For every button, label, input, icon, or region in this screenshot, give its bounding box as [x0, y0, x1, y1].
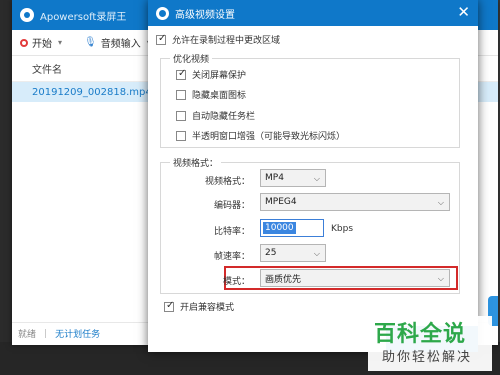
- start-record-button[interactable]: 开始 ▾: [20, 35, 62, 50]
- audio-input-button[interactable]: 🎙 音频输入 ▾: [84, 35, 151, 50]
- file-name: 20191209_002818.mp4: [32, 86, 152, 98]
- chevron-down-icon: ⌵: [313, 249, 320, 258]
- optimize-video-group-label: 优化视频: [170, 52, 213, 65]
- compat-mode-checkbox[interactable]: [164, 300, 174, 312]
- allow-change-region-option[interactable]: 允许在录制过程中更改区域: [156, 33, 280, 46]
- auto-hide-taskbar-checkbox[interactable]: [176, 110, 186, 121]
- compat-mode-label: 开启兼容模式: [180, 303, 235, 313]
- video-format-label: 视频格式：: [204, 177, 250, 187]
- translucent-window-label: 半透明窗口增强（可能导致光标闪烁）: [192, 132, 346, 142]
- hide-desktop-icons-checkbox[interactable]: [176, 89, 186, 100]
- status-text: 就绪: [18, 330, 37, 340]
- dialog-logo-icon: [156, 6, 169, 20]
- hide-desktop-icons-option[interactable]: 隐藏桌面图标: [176, 88, 246, 101]
- advanced-video-settings-dialog: 高级视频设置 ✕ 允许在录制过程中更改区域 优化视频 关闭屏幕保护 隐藏桌面图标…: [148, 0, 478, 352]
- chevron-down-icon: ⌵: [437, 274, 444, 283]
- auto-hide-taskbar-label: 自动隐藏任务栏: [192, 112, 256, 122]
- schedule-task-link[interactable]: 无计划任务: [55, 327, 100, 340]
- encoder-label: 编码器：: [213, 201, 250, 211]
- record-icon: [20, 38, 28, 47]
- app-logo-icon: [20, 8, 34, 22]
- status-separator: |: [44, 328, 48, 339]
- allow-change-region-label: 允许在录制过程中更改区域: [172, 36, 281, 46]
- compat-mode-option[interactable]: 开启兼容模式: [164, 300, 234, 313]
- encoder-select[interactable]: MPEG4 ⌵: [260, 193, 450, 211]
- video-format-group-label: 视频格式：: [170, 156, 222, 169]
- chevron-down-icon[interactable]: ▾: [58, 38, 62, 47]
- app-title: Apowersoft录屏王: [40, 11, 127, 23]
- dialog-title: 高级视频设置: [175, 9, 235, 21]
- dialog-title-bar: 高级视频设置 ✕: [148, 0, 478, 26]
- mode-select[interactable]: 画质优先 ⌵: [260, 269, 450, 287]
- audio-input-label: 音频输入: [100, 39, 141, 50]
- start-label: 开始: [32, 39, 52, 50]
- close-icon[interactable]: ✕: [457, 4, 470, 20]
- translucent-window-option[interactable]: 半透明窗口增强（可能导致光标闪烁）: [176, 129, 345, 142]
- mode-value: 画质优先: [265, 274, 302, 285]
- microphone-icon: 🎙: [84, 37, 97, 48]
- mode-label: 模式：: [222, 277, 250, 287]
- bitrate-value: 10000: [263, 222, 296, 234]
- framerate-label: 帧速率：: [213, 252, 250, 262]
- chevron-down-icon: ⌵: [313, 174, 320, 183]
- bitrate-label: 比特率：: [213, 227, 250, 237]
- auto-hide-taskbar-option[interactable]: 自动隐藏任务栏: [176, 109, 255, 122]
- video-format-select[interactable]: MP4 ⌵: [260, 169, 326, 187]
- watermark-logo: 百科全说 助你轻松解决: [368, 316, 492, 371]
- watermark-title: 百科全说: [374, 322, 467, 347]
- video-format-value: MP4: [265, 173, 284, 183]
- allow-change-region-checkbox[interactable]: [156, 33, 166, 45]
- watermark-subtitle: 助你轻松解决: [382, 350, 473, 365]
- framerate-value: 25: [265, 248, 277, 258]
- bitrate-input[interactable]: 10000: [260, 219, 324, 237]
- bitrate-unit: Kbps: [331, 224, 354, 234]
- framerate-select[interactable]: 25 ⌵: [260, 244, 326, 262]
- disable-screensaver-label: 关闭屏幕保护: [192, 71, 247, 81]
- disable-screensaver-checkbox[interactable]: [176, 68, 186, 80]
- column-header-filename: 文件名: [32, 65, 62, 76]
- disable-screensaver-option[interactable]: 关闭屏幕保护: [176, 68, 246, 81]
- translucent-window-checkbox[interactable]: [176, 130, 186, 141]
- chevron-down-icon: ⌵: [437, 198, 444, 207]
- encoder-value: MPEG4: [265, 197, 297, 207]
- hide-desktop-icons-label: 隐藏桌面图标: [192, 91, 247, 101]
